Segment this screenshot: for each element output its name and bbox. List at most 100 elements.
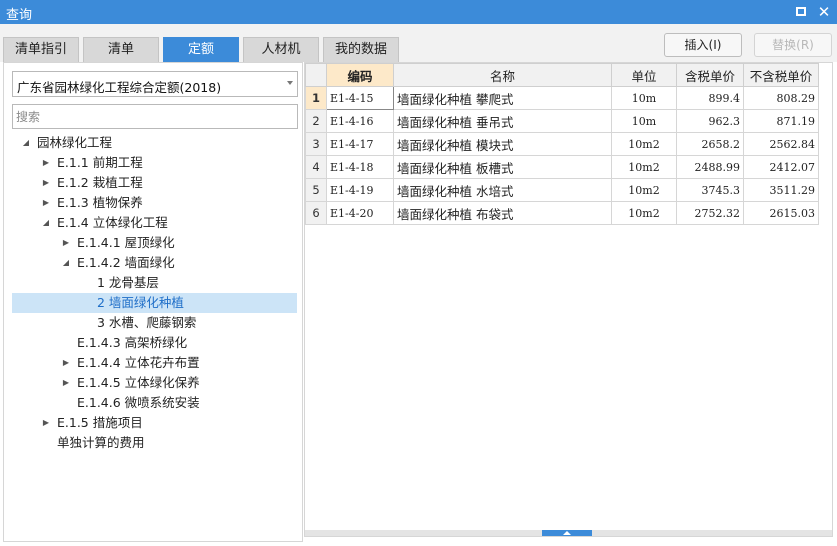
tree-node-label: E.1.1 前期工程 [57, 155, 143, 170]
table-row[interactable]: 3 E1-4-17 墙面绿化种植 模块式 10m2 2658.2 2562.84 [305, 132, 819, 156]
chevron-down-icon[interactable] [287, 81, 293, 85]
column-header-code[interactable]: 编码 [326, 63, 394, 87]
code-cell[interactable]: E1-4-16 [326, 109, 394, 133]
price-with-tax-cell[interactable]: 2658.2 [676, 132, 744, 156]
row-index[interactable]: 4 [305, 155, 327, 179]
tree-node-label: E.1.2 栽植工程 [57, 175, 143, 190]
name-cell[interactable]: 墙面绿化种植 布袋式 [393, 201, 612, 225]
tree-node[interactable]: 单独计算的费用 [4, 433, 302, 453]
table-row[interactable]: 6 E1-4-20 墙面绿化种植 布袋式 10m2 2752.32 2615.03 [305, 201, 819, 225]
toolbar: 清单指引 清单 定额 人材机 我的数据 插入(I) 替换(R) [0, 24, 837, 62]
price-without-tax-cell[interactable]: 808.29 [743, 86, 819, 110]
collapsed-triangle-icon[interactable]: ▶ [40, 153, 52, 173]
expanded-triangle-icon[interactable]: ◢ [20, 133, 32, 153]
name-cell[interactable]: 墙面绿化种植 模块式 [393, 132, 612, 156]
tree-node[interactable]: ◢ E.1.4 立体绿化工程 [4, 213, 302, 233]
price-without-tax-cell[interactable]: 2412.07 [743, 155, 819, 179]
code-cell[interactable]: E1-4-17 [326, 132, 394, 156]
unit-cell[interactable]: 10m2 [611, 201, 677, 225]
tree-node[interactable]: ▶ E.1.1 前期工程 [4, 153, 302, 173]
tab-labor-material-machine[interactable]: 人材机 [243, 37, 319, 62]
table-row[interactable]: 1 E1-4-15 墙面绿化种植 攀爬式 10m 899.4 808.29 [305, 86, 819, 110]
tree-node[interactable]: 2 墙面绿化种植 [12, 293, 297, 313]
expanded-triangle-icon[interactable]: ◢ [40, 213, 52, 233]
row-index[interactable]: 2 [305, 109, 327, 133]
price-with-tax-cell[interactable]: 899.4 [676, 86, 744, 110]
tree-node[interactable]: ◢ 园林绿化工程 [4, 133, 302, 153]
unit-cell[interactable]: 10m2 [611, 155, 677, 179]
window-title: 查询 [6, 8, 33, 23]
quota-library-select[interactable]: 广东省园林绿化工程综合定额(2018) [12, 71, 298, 97]
price-without-tax-cell[interactable]: 3511.29 [743, 178, 819, 202]
table-row[interactable]: 4 E1-4-18 墙面绿化种植 板槽式 10m2 2488.99 2412.07 [305, 155, 819, 179]
unit-cell[interactable]: 10m [611, 86, 677, 110]
tree-node-label: E.1.4 立体绿化工程 [57, 215, 168, 230]
price-without-tax-cell[interactable]: 2562.84 [743, 132, 819, 156]
collapsed-triangle-icon[interactable]: ▶ [60, 353, 72, 373]
quota-table: 编码 名称 单位 含税单价 不含税单价 1 E1-4-15 墙面绿化种植 攀爬式 10… [305, 63, 819, 225]
title-bar: 查询 ✕ [0, 0, 837, 24]
row-index[interactable]: 6 [305, 201, 327, 225]
collapsed-triangle-icon[interactable]: ▶ [40, 193, 52, 213]
column-header-price-with-tax[interactable]: 含税单价 [676, 63, 744, 87]
tree-node-label: E.1.4.6 微喷系统安装 [77, 395, 200, 410]
row-index[interactable]: 3 [305, 132, 327, 156]
tree-node[interactable]: ▶ E.1.3 植物保养 [4, 193, 302, 213]
unit-cell[interactable]: 10m [611, 109, 677, 133]
name-cell[interactable]: 墙面绿化种植 攀爬式 [393, 86, 612, 110]
price-with-tax-cell[interactable]: 2752.32 [676, 201, 744, 225]
insert-button[interactable]: 插入(I) [664, 33, 742, 57]
tree-node-label: 1 龙骨基层 [97, 275, 159, 290]
search-input[interactable] [12, 104, 298, 129]
tree-node[interactable]: 3 水槽、爬藤钢索 [4, 313, 302, 333]
code-cell[interactable]: E1-4-18 [326, 155, 394, 179]
row-index[interactable]: 1 [305, 86, 327, 110]
column-header-name[interactable]: 名称 [393, 63, 612, 87]
name-cell[interactable]: 墙面绿化种植 板槽式 [393, 155, 612, 179]
tree-node[interactable]: ▶ E.1.5 措施项目 [4, 413, 302, 433]
collapsed-triangle-icon[interactable]: ▶ [60, 373, 72, 393]
tree-node[interactable]: ▶ E.1.2 栽植工程 [4, 173, 302, 193]
name-cell[interactable]: 墙面绿化种植 水培式 [393, 178, 612, 202]
tree-node[interactable]: 1 龙骨基层 [4, 273, 302, 293]
column-header-unit[interactable]: 单位 [611, 63, 677, 87]
maximize-icon[interactable] [792, 3, 810, 21]
tree-node[interactable]: ▶ E.1.4.1 屋顶绿化 [4, 233, 302, 253]
name-cell[interactable]: 墙面绿化种植 垂吊式 [393, 109, 612, 133]
tab-my-data[interactable]: 我的数据 [323, 37, 399, 62]
table-row[interactable]: 5 E1-4-19 墙面绿化种植 水培式 10m2 3745.3 3511.29 [305, 178, 819, 202]
code-cell[interactable]: E1-4-19 [326, 178, 394, 202]
unit-cell[interactable]: 10m2 [611, 132, 677, 156]
price-with-tax-cell[interactable]: 2488.99 [676, 155, 744, 179]
table-row[interactable]: 2 E1-4-16 墙面绿化种植 垂吊式 10m 962.3 871.19 [305, 109, 819, 133]
column-header-price-without-tax[interactable]: 不含税单价 [743, 63, 819, 87]
price-with-tax-cell[interactable]: 962.3 [676, 109, 744, 133]
price-with-tax-cell[interactable]: 3745.3 [676, 178, 744, 202]
collapsed-triangle-icon[interactable]: ▶ [40, 413, 52, 433]
tree-node-label: E.1.3 植物保养 [57, 195, 143, 210]
tab-quota[interactable]: 定额 [163, 37, 239, 62]
unit-cell[interactable]: 10m2 [611, 178, 677, 202]
price-without-tax-cell[interactable]: 871.19 [743, 109, 819, 133]
scrollbar-thumb[interactable] [542, 530, 592, 536]
tree-node[interactable]: E.1.4.3 高架桥绿化 [4, 333, 302, 353]
collapsed-triangle-icon[interactable]: ▶ [40, 173, 52, 193]
horizontal-scrollbar[interactable] [305, 530, 832, 536]
tree-node[interactable]: ▶ E.1.4.4 立体花卉布置 [4, 353, 302, 373]
tab-bill[interactable]: 清单 [83, 37, 159, 62]
tree-node[interactable]: ▶ E.1.4.5 立体绿化保养 [4, 373, 302, 393]
code-cell[interactable]: E1-4-20 [326, 201, 394, 225]
tree-node[interactable]: ◢ E.1.4.2 墙面绿化 [4, 253, 302, 273]
result-table-panel: 编码 名称 单位 含税单价 不含税单价 1 E1-4-15 墙面绿化种植 攀爬式 10… [304, 62, 833, 537]
row-index[interactable]: 5 [305, 178, 327, 202]
expanded-triangle-icon[interactable]: ◢ [60, 253, 72, 273]
tab-bill-guide[interactable]: 清单指引 [3, 37, 79, 62]
tree-node[interactable]: E.1.4.6 微喷系统安装 [4, 393, 302, 413]
price-without-tax-cell[interactable]: 2615.03 [743, 201, 819, 225]
code-cell[interactable]: E1-4-15 [326, 86, 394, 110]
replace-button[interactable]: 替换(R) [754, 33, 832, 57]
quota-library-value: 广东省园林绿化工程综合定额(2018) [17, 80, 222, 95]
close-icon[interactable]: ✕ [815, 3, 833, 21]
tree-node-label: 园林绿化工程 [37, 135, 113, 150]
collapsed-triangle-icon[interactable]: ▶ [60, 233, 72, 253]
